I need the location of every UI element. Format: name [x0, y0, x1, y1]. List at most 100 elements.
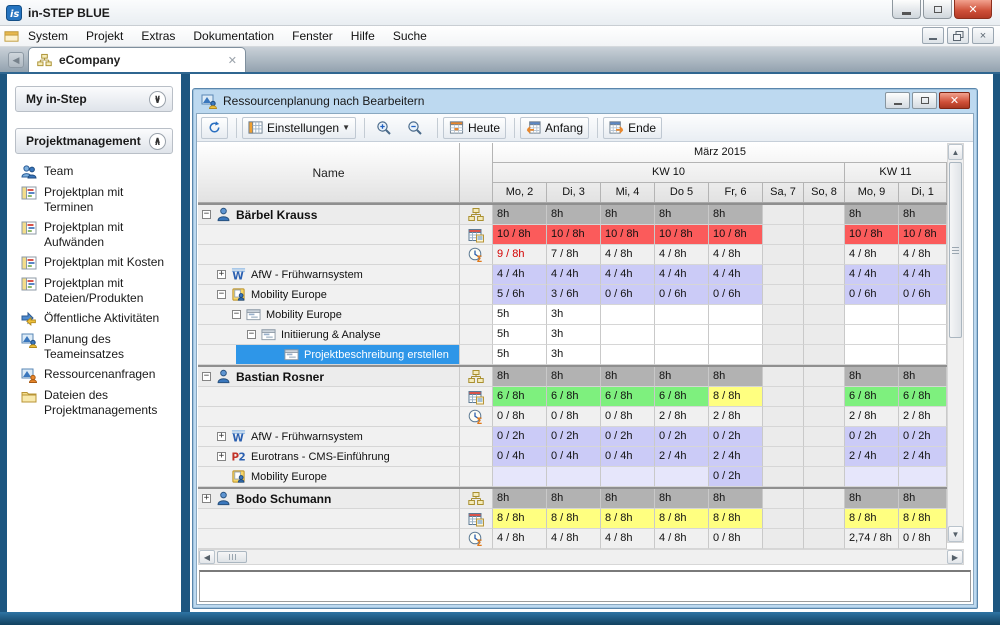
- day-cell[interactable]: 10 / 8h: [845, 225, 899, 245]
- day-cell[interactable]: 0 / 4h: [493, 447, 547, 467]
- day-cell[interactable]: 8h: [709, 489, 763, 509]
- menu-item-hilfe[interactable]: Hilfe: [342, 27, 384, 45]
- day-cell[interactable]: [763, 509, 804, 529]
- day-cell[interactable]: 8h: [493, 489, 547, 509]
- collapse-icon[interactable]: −: [202, 372, 211, 381]
- day-cell[interactable]: [804, 407, 845, 427]
- day-cell[interactable]: 9 / 8h: [493, 245, 547, 265]
- chevron-up-icon[interactable]: ∧∧: [149, 133, 166, 150]
- day-cell[interactable]: 3h: [547, 325, 601, 345]
- day-cell[interactable]: [655, 345, 709, 365]
- horizontal-scrollbar[interactable]: ◀ ▶: [198, 549, 964, 565]
- day-cell[interactable]: [804, 325, 845, 345]
- day-cell[interactable]: 4 / 8h: [709, 245, 763, 265]
- day-cell[interactable]: 5h: [493, 345, 547, 365]
- day-cell[interactable]: 6 / 8h: [547, 387, 601, 407]
- day-cell[interactable]: [493, 467, 547, 487]
- day-cell[interactable]: [763, 325, 804, 345]
- name-column-header[interactable]: Name: [198, 143, 460, 202]
- scroll-right-icon[interactable]: ▶: [947, 550, 963, 564]
- day-cell[interactable]: 6 / 8h: [493, 387, 547, 407]
- day-cell[interactable]: [804, 427, 845, 447]
- day-cell[interactable]: [763, 265, 804, 285]
- day-cell[interactable]: 4 / 4h: [547, 265, 601, 285]
- day-cell[interactable]: [804, 205, 845, 225]
- tree-node[interactable]: +AfW - Frühwarnsystem: [198, 265, 460, 285]
- day-cell[interactable]: [763, 387, 804, 407]
- day-cell[interactable]: 8h: [601, 367, 655, 387]
- day-cell[interactable]: 8h: [493, 367, 547, 387]
- inner-close-button[interactable]: ✕: [939, 92, 970, 109]
- collapse-icon[interactable]: −: [247, 330, 256, 339]
- day-cell[interactable]: 4 / 8h: [845, 245, 899, 265]
- day-cell[interactable]: [655, 467, 709, 487]
- day-cell[interactable]: 4 / 4h: [845, 265, 899, 285]
- day-cell[interactable]: 4 / 8h: [899, 245, 947, 265]
- day-cell[interactable]: [601, 467, 655, 487]
- day-cell[interactable]: [655, 305, 709, 325]
- day-cell[interactable]: 0 / 8h: [709, 529, 763, 549]
- day-cell[interactable]: [763, 225, 804, 245]
- collapse-icon[interactable]: −: [232, 310, 241, 319]
- day-header[interactable]: Di, 1: [899, 183, 947, 202]
- day-cell[interactable]: 10 / 8h: [655, 225, 709, 245]
- day-cell[interactable]: [804, 265, 845, 285]
- month-header[interactable]: März 2015: [493, 143, 947, 163]
- day-cell[interactable]: 0 / 8h: [547, 407, 601, 427]
- tree-node[interactable]: +Bodo Schumann: [198, 489, 460, 509]
- day-cell[interactable]: 2 / 4h: [655, 447, 709, 467]
- tab-ecompany[interactable]: eCompany ✕: [28, 47, 246, 72]
- day-cell[interactable]: [709, 325, 763, 345]
- day-cell[interactable]: [845, 345, 899, 365]
- day-cell[interactable]: 2 / 8h: [899, 407, 947, 427]
- collapse-icon[interactable]: −: [217, 290, 226, 299]
- day-cell[interactable]: 2 / 8h: [709, 407, 763, 427]
- sidebar-item[interactable]: Team: [21, 164, 181, 180]
- day-cell[interactable]: [763, 467, 804, 487]
- day-cell[interactable]: [804, 245, 845, 265]
- day-cell[interactable]: 0 / 2h: [547, 427, 601, 447]
- day-cell[interactable]: [845, 467, 899, 487]
- day-cell[interactable]: [804, 489, 845, 509]
- day-cell[interactable]: 0 / 6h: [845, 285, 899, 305]
- close-button[interactable]: ✕: [954, 0, 992, 19]
- day-cell[interactable]: 4 / 8h: [601, 529, 655, 549]
- day-cell[interactable]: 8 / 8h: [655, 509, 709, 529]
- day-cell[interactable]: 8h: [845, 489, 899, 509]
- day-cell[interactable]: 2,74 / 8h: [845, 529, 899, 549]
- day-cell[interactable]: [804, 225, 845, 245]
- scroll-left-icon[interactable]: ◀: [199, 550, 215, 564]
- day-cell[interactable]: 8h: [601, 489, 655, 509]
- day-cell[interactable]: [845, 325, 899, 345]
- inner-window-titlebar[interactable]: Ressourcenplanung nach Bearbeitern ✕: [196, 89, 974, 113]
- settings-button[interactable]: Einstellungen ▼: [242, 117, 356, 139]
- day-cell[interactable]: [763, 529, 804, 549]
- sidebar-item[interactable]: Projektplan mit Kosten: [21, 255, 181, 271]
- menu-item-suche[interactable]: Suche: [384, 27, 436, 45]
- tab-scroll-left-button[interactable]: ◀: [8, 52, 24, 68]
- menu-item-fenster[interactable]: Fenster: [283, 27, 342, 45]
- day-cell[interactable]: [763, 447, 804, 467]
- collapse-icon[interactable]: −: [202, 210, 211, 219]
- day-cell[interactable]: 3h: [547, 345, 601, 365]
- day-cell[interactable]: 5h: [493, 305, 547, 325]
- day-cell[interactable]: [709, 305, 763, 325]
- tree-node[interactable]: +AfW - Frühwarnsystem: [198, 427, 460, 447]
- day-cell[interactable]: [547, 467, 601, 487]
- day-cell[interactable]: [804, 529, 845, 549]
- day-cell[interactable]: 2 / 4h: [709, 447, 763, 467]
- day-cell[interactable]: 5 / 6h: [493, 285, 547, 305]
- day-cell[interactable]: 10 / 8h: [709, 225, 763, 245]
- day-cell[interactable]: 8 / 8h: [845, 509, 899, 529]
- day-cell[interactable]: [763, 205, 804, 225]
- day-cell[interactable]: [899, 467, 947, 487]
- day-cell[interactable]: 4 / 8h: [493, 529, 547, 549]
- day-cell[interactable]: [709, 345, 763, 365]
- day-cell[interactable]: 8h: [655, 367, 709, 387]
- day-cell[interactable]: 6 / 8h: [601, 387, 655, 407]
- day-cell[interactable]: 8h: [899, 367, 947, 387]
- end-button[interactable]: Ende: [603, 117, 662, 139]
- day-cell[interactable]: 8 / 8h: [899, 509, 947, 529]
- vertical-scrollbar[interactable]: ▲ ▼: [947, 143, 964, 543]
- vertical-scroll-thumb[interactable]: [949, 162, 962, 338]
